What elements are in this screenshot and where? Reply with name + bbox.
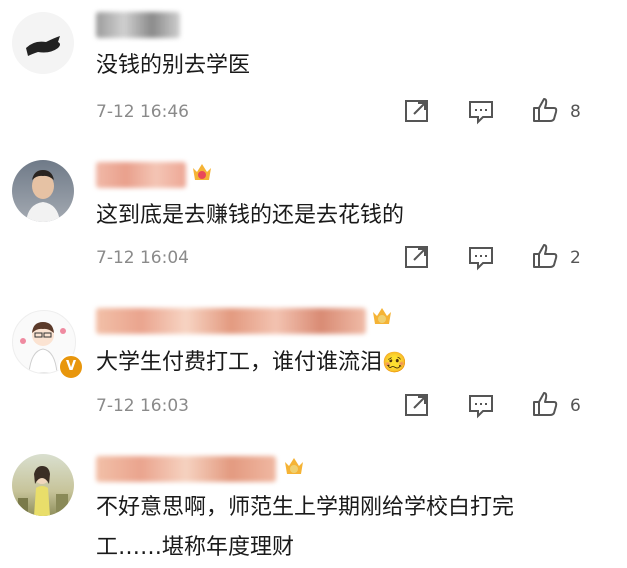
person-illustration-icon [18,466,68,516]
avatar[interactable] [12,160,74,222]
comment-time: 7-12 16:04 [96,248,189,268]
username-blurred[interactable] [96,12,180,38]
like-count: 8 [570,102,581,122]
comment-item: V 大学生付费打工，谁付谁流泪🥴 7-12 16:03 6 [0,284,627,432]
like-count: 6 [570,396,581,416]
crown-badge-icon [193,164,211,180]
comment-time: 7-12 16:03 [96,396,189,416]
comment-item: 这到底是去赚钱的还是去花钱的 7-12 16:04 2 [0,140,627,284]
comment-text-line-2: 工……堪称年度理财 [96,535,295,560]
avatar[interactable] [12,12,74,74]
share-icon[interactable] [402,391,432,419]
comment-time: 7-12 16:46 [96,102,189,122]
like-icon[interactable] [530,96,560,124]
person-photo-icon [26,170,60,222]
comment-text: 这到底是去赚钱的还是去花钱的 [96,203,405,228]
woozy-face-emoji: 🥴 [382,350,407,374]
crown-badge-icon [285,458,303,474]
avatar[interactable]: V [12,310,84,380]
share-icon[interactable] [402,97,432,125]
bird-icon [26,36,60,56]
username-blurred[interactable] [96,162,186,188]
comment-icon[interactable] [466,243,496,271]
like-icon[interactable] [530,390,560,418]
share-icon[interactable] [402,243,432,271]
comment-text: 没钱的别去学医 [96,53,251,78]
verified-badge: V [58,354,84,380]
comment-icon[interactable] [466,97,496,125]
like-icon[interactable] [530,242,560,270]
like-count: 2 [570,248,581,268]
username-blurred[interactable] [96,456,276,482]
comment-item: 没钱的别去学医 7-12 16:46 8 [0,0,627,140]
comment-text-body: 大学生付费打工，谁付谁流泪 [96,350,383,375]
username-blurred[interactable] [96,308,366,334]
comment-icon[interactable] [466,391,496,419]
comment-text: 大学生付费打工，谁付谁流泪🥴 [96,344,407,381]
comment-text-line-1: 不好意思啊，师范生上学期刚给学校白打完 [96,495,515,520]
avatar[interactable] [12,454,74,516]
crown-badge-icon [373,308,391,324]
comment-item: 不好意思啊，师范生上学期刚给学校白打完 工……堪称年度理财 [0,432,627,568]
